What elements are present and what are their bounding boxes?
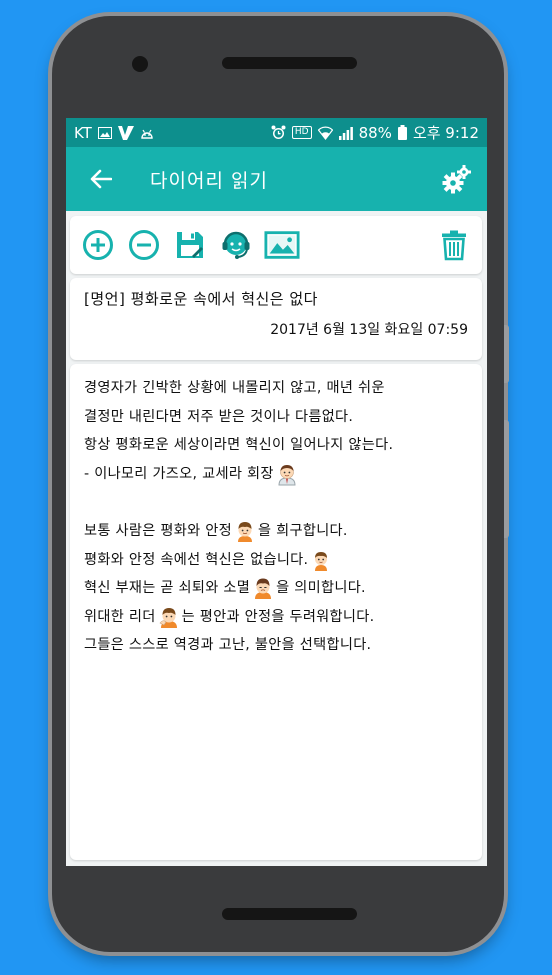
- diary-text: - 이나모리 가즈오, 교세라 회장: [84, 465, 274, 482]
- front-camera: [132, 56, 148, 72]
- v-app-notification-icon: [117, 125, 134, 140]
- diary-line: 항상 평화로운 세상이라면 혁신이 일어나지 않는다.: [84, 431, 468, 460]
- bottom-speaker: [222, 908, 357, 920]
- diary-body: 경영자가 긴박한 상황에 내몰리지 않고, 매년 쉬운 결정만 내린다면 저주 …: [70, 364, 482, 860]
- diary-text: 을 의미합니다.: [276, 580, 366, 597]
- crying-boy-emoticon-icon: [255, 578, 272, 600]
- diary-text: 위대한 리더: [84, 608, 156, 625]
- back-arrow-icon[interactable]: [86, 164, 116, 194]
- hd-badge: HD: [291, 126, 312, 139]
- diary-line: 경영자가 긴박한 상황에 내몰리지 않고, 매년 쉬운: [84, 374, 468, 403]
- image-picture-icon[interactable]: [264, 227, 300, 263]
- wifi-icon: [317, 126, 333, 140]
- app-toolbar: 다이어리 읽기: [66, 147, 487, 211]
- clock: 오후 9:12: [412, 124, 479, 142]
- thinking-leader-emoticon-icon: [159, 608, 177, 629]
- boy-emoticon-icon: [237, 522, 252, 543]
- add-circle-icon[interactable]: [80, 227, 116, 263]
- diary-line: 결정만 내린다면 저주 받은 것이나 다름없다.: [84, 403, 468, 432]
- remove-circle-icon[interactable]: [126, 227, 162, 263]
- earpiece-speaker: [222, 57, 357, 69]
- diary-text: 그들은 스스로 역경과 고난, 불안을 선택합니다.: [84, 637, 372, 654]
- diary-line: 혁신 부재는 곧 쇠퇴와 소멸 을 의미합니다.: [84, 574, 468, 603]
- carrier-label: KT: [74, 123, 92, 142]
- businessman-emoticon-icon: [278, 465, 296, 486]
- volume-button: [504, 420, 509, 538]
- signal-icon: [338, 126, 353, 140]
- diary-line: 보통 사람은 평화와 안정 을 희구합니다.: [84, 517, 468, 546]
- settings-gears-icon[interactable]: [441, 163, 473, 195]
- child-emoticon-icon: [315, 551, 328, 571]
- emoticon-headset-icon[interactable]: [218, 227, 254, 263]
- diary-header: [명언] 평화로운 속에서 혁신은 없다 2017년 6월 13일 화요일 07…: [70, 278, 482, 360]
- alarm-icon: [271, 125, 286, 139]
- delete-trash-icon[interactable]: [436, 227, 472, 263]
- diary-title: [명언] 평화로운 속에서 혁신은 없다: [84, 290, 318, 308]
- save-floppy-icon[interactable]: [172, 227, 208, 263]
- action-bar: [70, 216, 482, 274]
- diary-text: 혁신 부재는 곧 쇠퇴와 소멸: [84, 580, 251, 597]
- app-screen: KT HD 88% 오후 9:12 다이어리 읽기 [명언] 평화로운 속에서 …: [66, 118, 487, 866]
- diary-text: 결정만 내린다면 저주 받은 것이나 다름없다.: [84, 408, 354, 425]
- diary-text: 항상 평화로운 세상이라면 혁신이 일어나지 않는다.: [84, 437, 394, 454]
- battery-icon: [397, 125, 407, 140]
- power-button: [504, 325, 509, 383]
- diary-text: 평화와 안정 속에선 혁신은 없습니다.: [84, 551, 309, 568]
- diary-line: 위대한 리더 는 평안과 안정을 두려워합니다.: [84, 603, 468, 632]
- diary-date: 2017년 6월 13일 화요일 07:59: [270, 322, 468, 338]
- diary-text: 경영자가 긴박한 상황에 내몰리지 않고, 매년 쉬운: [84, 380, 385, 396]
- battery-percent: 88%: [358, 123, 392, 142]
- diary-text: 는 평안과 안정을 두려워합니다.: [181, 608, 375, 625]
- diary-line: 평화와 안정 속에선 혁신은 없습니다.: [84, 546, 468, 575]
- diary-line: 그들은 스스로 역경과 고난, 불안을 선택합니다.: [84, 631, 468, 660]
- android-notification-icon: [141, 129, 153, 139]
- diary-text: 을 희구합니다.: [257, 522, 348, 539]
- gallery-notification-icon: [97, 126, 112, 139]
- page-title: 다이어리 읽기: [150, 169, 268, 192]
- status-bar: KT HD 88% 오후 9:12: [66, 118, 487, 147]
- diary-text: 보통 사람은 평화와 안정: [84, 522, 232, 539]
- diary-line: - 이나모리 가즈오, 교세라 회장: [84, 460, 468, 489]
